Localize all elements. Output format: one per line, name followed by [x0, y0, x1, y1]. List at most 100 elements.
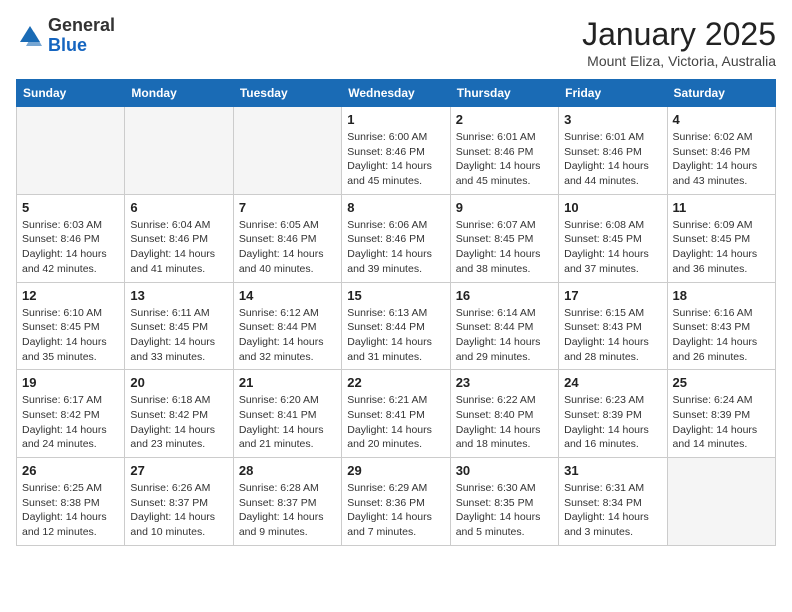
day-info: Sunrise: 6:23 AMSunset: 8:39 PMDaylight:… [564, 393, 661, 452]
day-number: 7 [239, 200, 336, 215]
calendar-cell: 25 Sunrise: 6:24 AMSunset: 8:39 PMDayligh… [667, 370, 775, 458]
calendar-cell: 16 Sunrise: 6:14 AMSunset: 8:44 PMDayligh… [450, 282, 558, 370]
day-number: 18 [673, 288, 770, 303]
calendar-cell [125, 107, 233, 195]
calendar-title: January 2025 [582, 16, 776, 53]
day-number: 17 [564, 288, 661, 303]
weekday-header-row: SundayMondayTuesdayWednesdayThursdayFrid… [17, 80, 776, 107]
weekday-header-saturday: Saturday [667, 80, 775, 107]
calendar-cell: 4Sunrise: 6:02 AMSunset: 8:46 PMDaylight… [667, 107, 775, 195]
weekday-header-wednesday: Wednesday [342, 80, 450, 107]
calendar-cell: 9 Sunrise: 6:07 AMSunset: 8:45 PMDaylight… [450, 194, 558, 282]
calendar-cell: 1 Sunrise: 6:00 AMSunset: 8:46 PMDaylight… [342, 107, 450, 195]
calendar-cell: 28 Sunrise: 6:28 AMSunset: 8:37 PMDayligh… [233, 458, 341, 546]
day-info: Sunrise: 6:16 AMSunset: 8:43 PMDaylight:… [673, 306, 770, 365]
day-number: 8 [347, 200, 444, 215]
day-info: Sunrise: 6:20 AMSunset: 8:41 PMDaylight:… [239, 393, 336, 452]
calendar-week-row: 1 Sunrise: 6:00 AMSunset: 8:46 PMDaylight… [17, 107, 776, 195]
weekday-header-sunday: Sunday [17, 80, 125, 107]
day-info: Sunrise: 6:07 AMSunset: 8:45 PMDaylight:… [456, 218, 553, 277]
day-info: Sunrise: 6:22 AMSunset: 8:40 PMDaylight:… [456, 393, 553, 452]
calendar-cell: 7 Sunrise: 6:05 AMSunset: 8:46 PMDaylight… [233, 194, 341, 282]
day-number: 1 [347, 112, 444, 127]
day-info: Sunrise: 6:18 AMSunset: 8:42 PMDaylight:… [130, 393, 227, 452]
day-number: 21 [239, 375, 336, 390]
title-block: January 2025 Mount Eliza, Victoria, Aust… [582, 16, 776, 69]
day-info: Sunrise: 6:00 AMSunset: 8:46 PMDaylight:… [347, 130, 444, 189]
calendar-week-row: 26 Sunrise: 6:25 AMSunset: 8:38 PMDayligh… [17, 458, 776, 546]
calendar-week-row: 19 Sunrise: 6:17 AMSunset: 8:42 PMDayligh… [17, 370, 776, 458]
day-number: 28 [239, 463, 336, 478]
day-number: 5 [22, 200, 119, 215]
logo: General Blue [16, 16, 115, 56]
calendar-cell: 27Sunrise: 6:26 AMSunset: 8:37 PMDayligh… [125, 458, 233, 546]
calendar-cell: 24 Sunrise: 6:23 AMSunset: 8:39 PMDayligh… [559, 370, 667, 458]
day-number: 2 [456, 112, 553, 127]
day-number: 26 [22, 463, 119, 478]
day-number: 13 [130, 288, 227, 303]
day-number: 22 [347, 375, 444, 390]
calendar-cell: 10Sunrise: 6:08 AMSunset: 8:45 PMDayligh… [559, 194, 667, 282]
weekday-header-tuesday: Tuesday [233, 80, 341, 107]
day-info: Sunrise: 6:12 AMSunset: 8:44 PMDaylight:… [239, 306, 336, 365]
day-number: 11 [673, 200, 770, 215]
calendar-cell: 2 Sunrise: 6:01 AMSunset: 8:46 PMDaylight… [450, 107, 558, 195]
calendar-cell: 17 Sunrise: 6:15 AMSunset: 8:43 PMDayligh… [559, 282, 667, 370]
calendar-cell: 21 Sunrise: 6:20 AMSunset: 8:41 PMDayligh… [233, 370, 341, 458]
calendar-cell: 18 Sunrise: 6:16 AMSunset: 8:43 PMDayligh… [667, 282, 775, 370]
day-info: Sunrise: 6:31 AMSunset: 8:34 PMDaylight:… [564, 481, 661, 540]
day-info: Sunrise: 6:14 AMSunset: 8:44 PMDaylight:… [456, 306, 553, 365]
day-info: Sunrise: 6:17 AMSunset: 8:42 PMDaylight:… [22, 393, 119, 452]
calendar-week-row: 5Sunrise: 6:03 AMSunset: 8:46 PMDaylight… [17, 194, 776, 282]
day-info: Sunrise: 6:01 AMSunset: 8:46 PMDaylight:… [456, 130, 553, 189]
day-number: 20 [130, 375, 227, 390]
day-number: 12 [22, 288, 119, 303]
calendar-week-row: 12 Sunrise: 6:10 AMSunset: 8:45 PMDayligh… [17, 282, 776, 370]
day-number: 15 [347, 288, 444, 303]
calendar-cell: 15 Sunrise: 6:13 AMSunset: 8:44 PMDayligh… [342, 282, 450, 370]
day-info: Sunrise: 6:21 AMSunset: 8:41 PMDaylight:… [347, 393, 444, 452]
calendar-cell: 20 Sunrise: 6:18 AMSunset: 8:42 PMDayligh… [125, 370, 233, 458]
calendar-cell [667, 458, 775, 546]
page-header: General Blue January 2025 Mount Eliza, V… [16, 16, 776, 69]
day-info: Sunrise: 6:04 AMSunset: 8:46 PMDaylight:… [130, 218, 227, 277]
day-number: 24 [564, 375, 661, 390]
day-number: 6 [130, 200, 227, 215]
calendar-cell: 23Sunrise: 6:22 AMSunset: 8:40 PMDayligh… [450, 370, 558, 458]
day-info: Sunrise: 6:28 AMSunset: 8:37 PMDaylight:… [239, 481, 336, 540]
calendar-cell: 26 Sunrise: 6:25 AMSunset: 8:38 PMDayligh… [17, 458, 125, 546]
day-info: Sunrise: 6:05 AMSunset: 8:46 PMDaylight:… [239, 218, 336, 277]
calendar-cell: 29Sunrise: 6:29 AMSunset: 8:36 PMDayligh… [342, 458, 450, 546]
day-info: Sunrise: 6:06 AMSunset: 8:46 PMDaylight:… [347, 218, 444, 277]
day-number: 3 [564, 112, 661, 127]
day-number: 31 [564, 463, 661, 478]
day-number: 16 [456, 288, 553, 303]
weekday-header-friday: Friday [559, 80, 667, 107]
calendar-cell: 31 Sunrise: 6:31 AMSunset: 8:34 PMDayligh… [559, 458, 667, 546]
day-number: 25 [673, 375, 770, 390]
logo-blue-text: Blue [48, 35, 87, 55]
day-number: 19 [22, 375, 119, 390]
day-info: Sunrise: 6:10 AMSunset: 8:45 PMDaylight:… [22, 306, 119, 365]
day-info: Sunrise: 6:15 AMSunset: 8:43 PMDaylight:… [564, 306, 661, 365]
calendar-cell [233, 107, 341, 195]
calendar-cell: 30Sunrise: 6:30 AMSunset: 8:35 PMDayligh… [450, 458, 558, 546]
calendar-cell: 11 Sunrise: 6:09 AMSunset: 8:45 PMDayligh… [667, 194, 775, 282]
logo-icon [16, 22, 44, 50]
day-number: 29 [347, 463, 444, 478]
day-info: Sunrise: 6:13 AMSunset: 8:44 PMDaylight:… [347, 306, 444, 365]
day-info: Sunrise: 6:24 AMSunset: 8:39 PMDaylight:… [673, 393, 770, 452]
calendar-cell: 3 Sunrise: 6:01 AMSunset: 8:46 PMDaylight… [559, 107, 667, 195]
weekday-header-monday: Monday [125, 80, 233, 107]
calendar-cell: 6 Sunrise: 6:04 AMSunset: 8:46 PMDaylight… [125, 194, 233, 282]
day-info: Sunrise: 6:09 AMSunset: 8:45 PMDaylight:… [673, 218, 770, 277]
calendar-subtitle: Mount Eliza, Victoria, Australia [582, 53, 776, 69]
day-number: 4 [673, 112, 770, 127]
calendar-cell: 13Sunrise: 6:11 AMSunset: 8:45 PMDayligh… [125, 282, 233, 370]
day-number: 30 [456, 463, 553, 478]
calendar-cell: 8 Sunrise: 6:06 AMSunset: 8:46 PMDaylight… [342, 194, 450, 282]
day-info: Sunrise: 6:25 AMSunset: 8:38 PMDaylight:… [22, 481, 119, 540]
day-number: 9 [456, 200, 553, 215]
day-info: Sunrise: 6:01 AMSunset: 8:46 PMDaylight:… [564, 130, 661, 189]
weekday-header-thursday: Thursday [450, 80, 558, 107]
